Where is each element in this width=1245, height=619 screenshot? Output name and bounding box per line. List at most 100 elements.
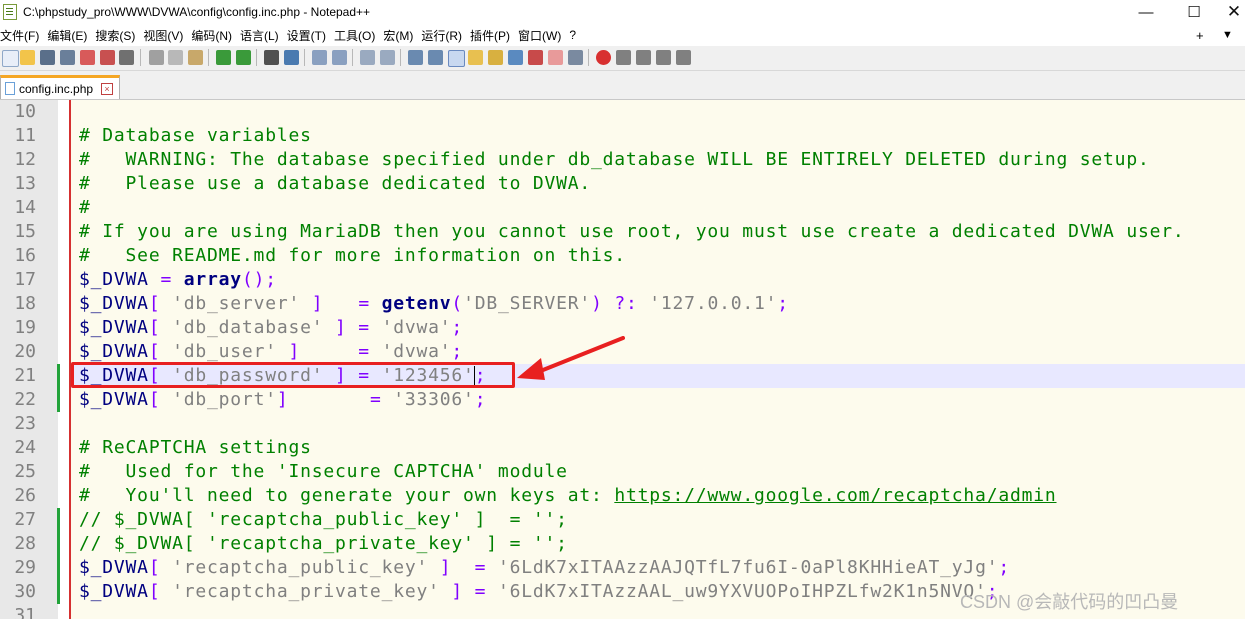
run-macro-multiple-icon[interactable] — [656, 50, 671, 65]
code-line-29: $_DVWA[ 'recaptcha_public_key' ] = '6LdK… — [79, 556, 1010, 580]
toolbar-separator — [304, 49, 305, 66]
menu-plugins[interactable]: 插件(P) — [468, 27, 516, 44]
code-line-13: # Please use a database dedicated to DVW… — [79, 173, 592, 194]
menu-language[interactable]: 语言(L) — [238, 27, 285, 44]
find-icon[interactable] — [264, 50, 279, 65]
code-line-11: # Database variables — [79, 125, 312, 146]
print-icon[interactable] — [119, 50, 134, 65]
line-number: 24 — [14, 437, 36, 458]
line-number: 30 — [14, 581, 36, 602]
line-number: 28 — [14, 533, 36, 554]
menu-help[interactable]: ? — [567, 28, 582, 42]
menu-run[interactable]: 运行(R) — [419, 27, 468, 44]
zoom-in-icon[interactable] — [312, 50, 327, 65]
menu-window[interactable]: 窗口(W) — [516, 27, 567, 44]
code-line-24: # ReCAPTCHA settings — [79, 437, 312, 458]
menu-search[interactable]: 搜索(S) — [93, 27, 141, 44]
close-all-icon[interactable] — [100, 50, 115, 65]
play-macro-icon[interactable] — [636, 50, 651, 65]
token-operator: ) ?: — [591, 293, 650, 314]
line-number: 26 — [14, 485, 36, 506]
save-icon[interactable] — [40, 50, 55, 65]
record-macro-icon[interactable] — [596, 50, 611, 65]
code-line-15: # If you are using MariaDB then you cann… — [79, 221, 1185, 242]
replace-icon[interactable] — [284, 50, 299, 65]
monitoring-icon[interactable] — [568, 50, 583, 65]
show-all-chars-icon[interactable] — [428, 50, 443, 65]
new-file-icon[interactable] — [2, 50, 19, 67]
code-line-17: $_DVWA = array(); — [79, 268, 277, 292]
redo-icon[interactable] — [236, 50, 251, 65]
change-marker — [57, 508, 60, 532]
line-number: 15 — [14, 221, 36, 242]
cut-icon[interactable] — [149, 50, 164, 65]
menu-edit[interactable]: 编辑(E) — [45, 27, 93, 44]
token-operator: [ — [148, 557, 173, 578]
menu-bar: 文件(F) 编辑(E) 搜索(S) 视图(V) 编码(N) 语言(L) 设置(T… — [0, 25, 1245, 45]
annotation-arrow-icon — [517, 336, 625, 380]
menu-macro[interactable]: 宏(M) — [381, 27, 419, 44]
save-macro-icon[interactable] — [676, 50, 691, 65]
code-line-20: $_DVWA[ 'db_user' ] = 'dvwa'; — [79, 340, 463, 364]
doc-list-icon[interactable] — [508, 50, 523, 65]
token-variable: $_DVWA — [79, 269, 149, 290]
function-list-icon[interactable] — [528, 50, 543, 65]
menu-view[interactable]: 视图(V) — [141, 27, 189, 44]
folder-workspace-icon[interactable] — [548, 50, 563, 65]
token-variable: $_DVWA — [79, 293, 149, 314]
save-all-icon[interactable] — [60, 50, 75, 65]
token-variable: $_DVWA — [79, 557, 149, 578]
menu-plus-button[interactable]: + — [1196, 28, 1204, 43]
line-number: 17 — [14, 269, 36, 290]
code-line-14: # — [79, 197, 91, 218]
close-button[interactable]: ✕ — [1212, 0, 1245, 24]
tab-config-inc-php[interactable]: config.inc.php × — [0, 75, 120, 99]
title-bar: C:\phpstudy_pro\WWW\DVWA\config\config.i… — [0, 0, 1245, 24]
token-operator: ; — [451, 341, 464, 362]
comment-text: # You'll need to generate your own keys … — [79, 485, 615, 506]
token-operator: ] = — [323, 317, 382, 338]
line-number: 22 — [14, 389, 36, 410]
line-number: 10 — [14, 101, 36, 122]
token-operator: ; — [777, 293, 789, 314]
menu-tools[interactable]: 工具(O) — [332, 27, 381, 44]
sync-horizontal-icon[interactable] — [380, 50, 395, 65]
stop-macro-icon[interactable] — [616, 50, 631, 65]
line-number: 29 — [14, 557, 36, 578]
token-string: '6LdK7xITAzzAAL_uw9YXVUOPoIHPZLfw2K1n5NV… — [497, 581, 987, 602]
token-operator: ; — [998, 557, 1010, 578]
code-editor[interactable]: 10 11 12 13 14 15 16 17 18 19 20 21 22 2… — [0, 100, 1245, 619]
token-operator: ] — [300, 293, 359, 314]
menu-dropdown-arrow[interactable]: ▼ — [1222, 29, 1233, 41]
close-file-icon[interactable] — [80, 50, 95, 65]
token-string: '6LdK7xITAAzzAAJQTfL7fu6I-0aPl8KHHieAT_y… — [497, 557, 999, 578]
token-operator: ] = — [428, 557, 498, 578]
menu-encoding[interactable]: 编码(N) — [189, 27, 238, 44]
undo-icon[interactable] — [216, 50, 231, 65]
annotation-highlight-box — [71, 362, 515, 388]
menu-settings[interactable]: 设置(T) — [285, 27, 332, 44]
line-number: 14 — [14, 197, 36, 218]
tab-close-icon[interactable]: × — [101, 82, 114, 95]
indent-guide-icon[interactable] — [448, 50, 465, 67]
sync-vertical-icon[interactable] — [360, 50, 375, 65]
tab-label: config.inc.php — [19, 81, 94, 96]
minimize-button[interactable]: — — [1124, 0, 1168, 24]
paste-icon[interactable] — [188, 50, 203, 65]
copy-icon[interactable] — [168, 50, 183, 65]
recaptcha-admin-link[interactable]: https://www.google.com/recaptcha/admin — [614, 485, 1056, 506]
notepad-app-icon — [3, 4, 17, 20]
code-line-19: $_DVWA[ 'db_database' ] = 'dvwa'; — [79, 316, 463, 340]
word-wrap-icon[interactable] — [408, 50, 423, 65]
token-variable: $_DVWA — [79, 341, 149, 362]
token-variable: $_DVWA — [79, 581, 149, 602]
doc-map-icon[interactable] — [488, 50, 503, 65]
line-number: 19 — [14, 317, 36, 338]
zoom-out-icon[interactable] — [332, 50, 347, 65]
token-variable: $_DVWA — [79, 317, 149, 338]
toolbar-separator — [256, 49, 257, 66]
udl-icon[interactable] — [468, 50, 483, 65]
open-file-icon[interactable] — [20, 50, 35, 65]
menu-file[interactable]: 文件(F) — [0, 27, 45, 44]
maximize-button[interactable]: ☐ — [1172, 0, 1216, 24]
